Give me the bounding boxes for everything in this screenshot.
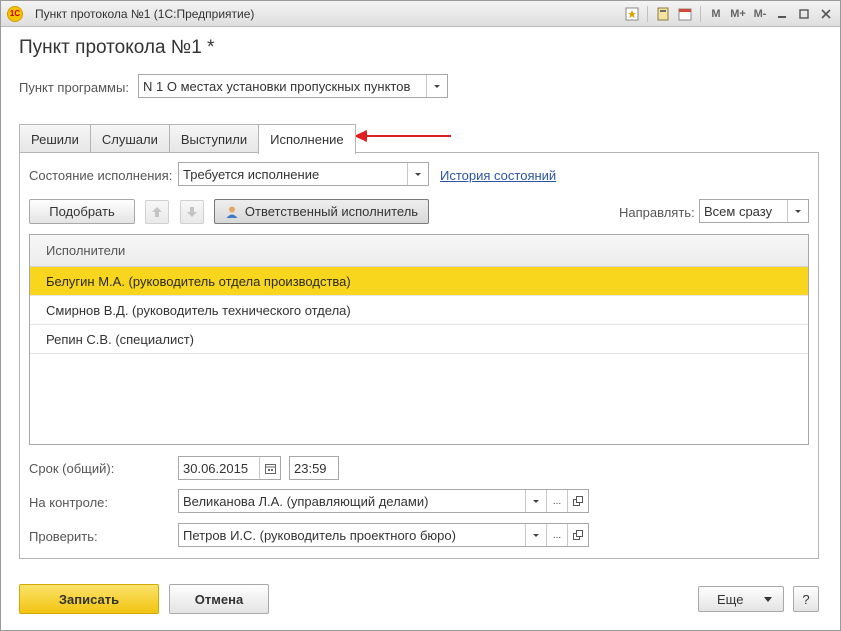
state-field[interactable]: Требуется исполнение bbox=[178, 162, 429, 186]
title-bar-toolbar: M M+ M- bbox=[622, 4, 836, 24]
tab-spoke[interactable]: Выступили bbox=[168, 124, 260, 153]
executors-column-header[interactable]: Исполнители bbox=[30, 235, 808, 267]
chevron-down-icon[interactable] bbox=[525, 490, 546, 512]
save-button[interactable]: Записать bbox=[19, 584, 159, 614]
direct-field[interactable]: Всем сразу bbox=[699, 199, 809, 223]
chevron-down-icon bbox=[764, 597, 772, 602]
calendar-icon[interactable] bbox=[675, 4, 695, 24]
close-icon[interactable] bbox=[816, 4, 836, 24]
memory-plus-button[interactable]: M+ bbox=[728, 4, 748, 24]
program-item-field[interactable]: N 1 О местах установки пропускных пункто… bbox=[138, 74, 448, 98]
table-row[interactable]: Белугин М.А. (руководитель отдела произв… bbox=[30, 267, 808, 296]
state-history-link[interactable]: История состояний bbox=[440, 168, 556, 183]
deadline-time-value: 23:59 bbox=[294, 460, 327, 476]
open-icon[interactable] bbox=[567, 490, 588, 512]
page-title: Пункт протокола №1 * bbox=[19, 37, 215, 58]
memory-minus-button[interactable]: M- bbox=[750, 4, 770, 24]
program-item-label: Пункт программы: bbox=[19, 80, 129, 95]
deadline-label: Срок (общий): bbox=[29, 461, 115, 476]
direct-value: Всем сразу bbox=[704, 203, 773, 219]
check-value: Петров И.С. (руководитель проектного бюр… bbox=[183, 527, 456, 543]
calendar-icon[interactable] bbox=[259, 457, 280, 479]
chevron-down-icon[interactable] bbox=[407, 163, 428, 185]
arrow-up-icon bbox=[152, 207, 162, 217]
annotation-arrow-icon bbox=[354, 130, 451, 142]
arrow-down-icon bbox=[187, 207, 197, 217]
1c-logo-icon: 1С bbox=[7, 5, 23, 22]
responsible-executor-label: Ответственный исполнитель bbox=[244, 204, 419, 219]
chevron-down-icon[interactable] bbox=[426, 75, 447, 97]
chevron-down-icon[interactable] bbox=[787, 200, 808, 222]
maximize-icon[interactable] bbox=[794, 4, 814, 24]
control-label: На контроле: bbox=[29, 495, 109, 510]
check-field[interactable]: Петров И.С. (руководитель проектного бюр… bbox=[178, 523, 589, 547]
ellipsis-icon[interactable]: ... bbox=[546, 524, 567, 546]
deadline-date-value: 30.06.2015 bbox=[183, 460, 249, 476]
open-icon[interactable] bbox=[567, 524, 588, 546]
memory-m-button[interactable]: M bbox=[706, 4, 726, 24]
deadline-date-field[interactable]: 30.06.2015 bbox=[178, 456, 281, 480]
ellipsis-icon[interactable]: ... bbox=[546, 490, 567, 512]
tab-bar: Решили Слушали Выступили Исполнение bbox=[19, 124, 356, 154]
minimize-icon[interactable] bbox=[772, 4, 792, 24]
toolbar-separator bbox=[700, 6, 701, 22]
control-value: Великанова Л.А. (управляющий делами) bbox=[183, 493, 429, 509]
help-button[interactable]: ? bbox=[793, 586, 819, 612]
move-up-button[interactable] bbox=[145, 200, 169, 224]
table-row[interactable]: Смирнов В.Д. (руководитель технического … bbox=[30, 296, 808, 325]
user-icon bbox=[226, 206, 238, 218]
more-button-label: Еще bbox=[717, 591, 744, 607]
chevron-down-icon[interactable] bbox=[525, 524, 546, 546]
program-item-value: N 1 О местах установки пропускных пункто… bbox=[143, 78, 411, 94]
move-down-button[interactable] bbox=[180, 200, 204, 224]
state-value: Требуется исполнение bbox=[183, 166, 320, 182]
deadline-time-field[interactable]: 23:59 bbox=[289, 456, 339, 480]
direct-label: Направлять: bbox=[619, 205, 695, 220]
more-button[interactable]: Еще bbox=[698, 586, 784, 612]
tab-execution[interactable]: Исполнение bbox=[258, 124, 356, 154]
favorites-icon[interactable] bbox=[622, 4, 642, 24]
cancel-button[interactable]: Отмена bbox=[169, 584, 269, 614]
tab-decided[interactable]: Решили bbox=[19, 124, 91, 153]
toolbar-separator bbox=[647, 6, 648, 22]
main-window: 1С Пункт протокола №1 (1С:Предприятие) M… bbox=[0, 0, 841, 631]
pick-button[interactable]: Подобрать bbox=[29, 199, 135, 224]
window-title: Пункт протокола №1 (1С:Предприятие) bbox=[35, 6, 255, 21]
control-field[interactable]: Великанова Л.А. (управляющий делами) ... bbox=[178, 489, 589, 513]
title-bar: 1С Пункт протокола №1 (1С:Предприятие) M… bbox=[1, 1, 840, 27]
state-label: Состояние исполнения: bbox=[29, 168, 173, 183]
check-label: Проверить: bbox=[29, 529, 98, 544]
table-row[interactable]: Репин С.В. (специалист) bbox=[30, 325, 808, 354]
responsible-executor-button[interactable]: Ответственный исполнитель bbox=[214, 199, 429, 224]
tab-heard[interactable]: Слушали bbox=[89, 124, 170, 153]
executors-table: Исполнители Белугин М.А. (руководитель о… bbox=[29, 234, 809, 445]
calculator-icon[interactable] bbox=[653, 4, 673, 24]
